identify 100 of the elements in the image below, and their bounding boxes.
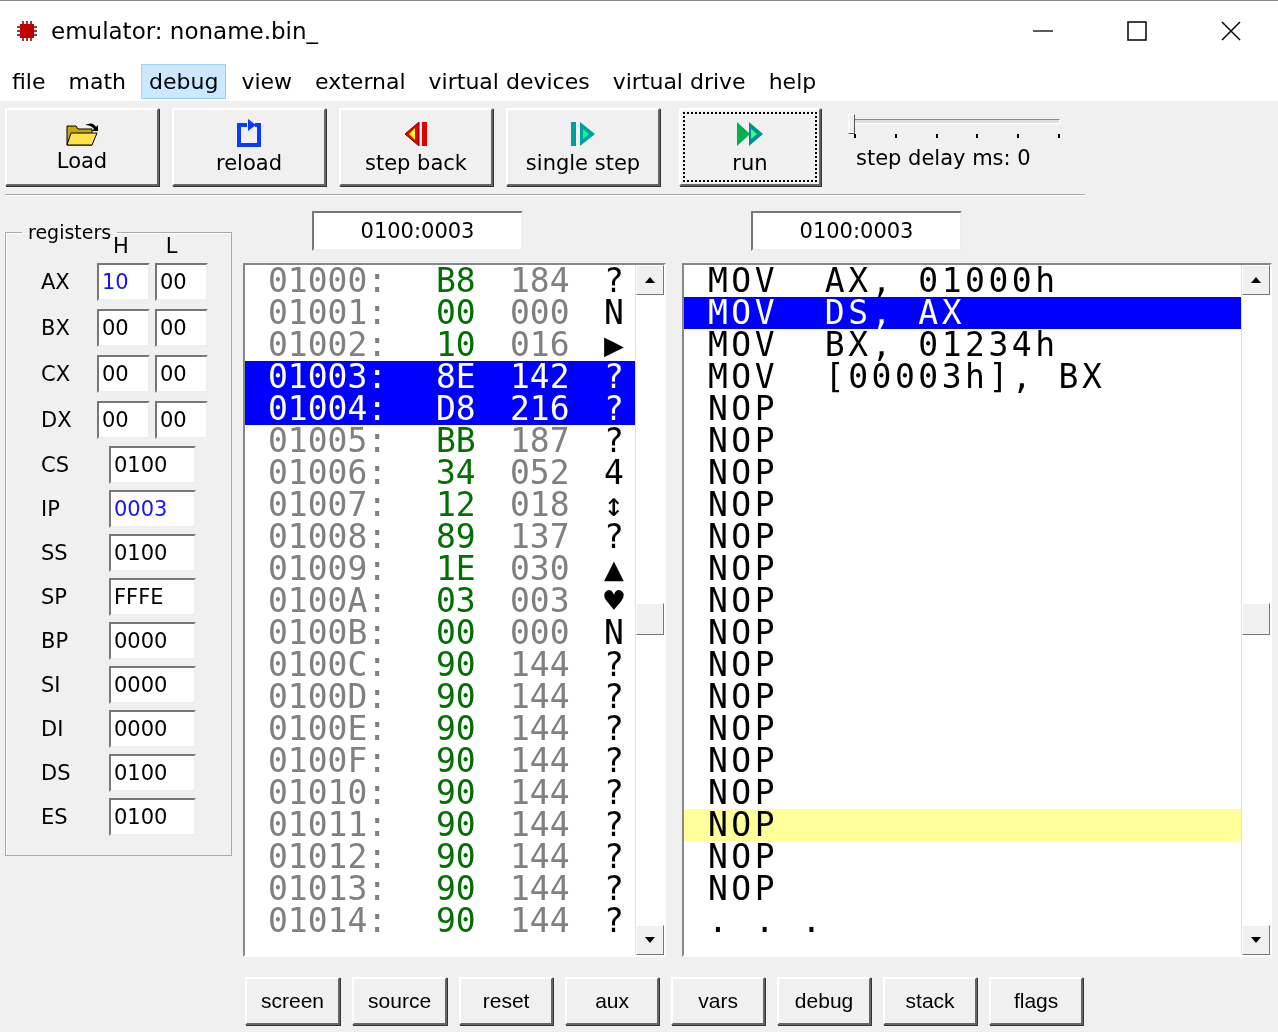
memory-row[interactable]: 01003: 8E 142 ? bbox=[245, 361, 635, 393]
menu-item[interactable]: debug bbox=[141, 63, 227, 99]
register-field[interactable]: FFFE bbox=[109, 578, 196, 616]
instruction-row[interactable]: NOP bbox=[684, 521, 1241, 553]
maximize-icon[interactable] bbox=[1126, 20, 1148, 42]
memory-row[interactable]: 0100E: 90 144 ? bbox=[245, 713, 635, 745]
instruction-row[interactable]: NOP bbox=[684, 617, 1241, 649]
menu-item[interactable]: virtual devices bbox=[420, 63, 598, 99]
toolbar-button[interactable]: reload bbox=[172, 108, 326, 186]
memory-row[interactable]: 0100B: 00 000 N bbox=[245, 617, 635, 649]
panel-button[interactable]: flags bbox=[989, 977, 1084, 1025]
scroll-thumb[interactable] bbox=[636, 603, 664, 635]
instruction-row[interactable]: NOP bbox=[684, 489, 1241, 521]
memory-row[interactable]: 01001: 00 000 N bbox=[245, 297, 635, 329]
column-header: L bbox=[165, 233, 178, 259]
memory-row[interactable]: 0100A: 03 003 ♥ bbox=[245, 585, 635, 617]
scroll-up-button[interactable] bbox=[636, 265, 664, 295]
toolbar-button[interactable]: Load bbox=[5, 108, 159, 186]
address-field[interactable]: 0100:0003 bbox=[312, 211, 523, 251]
close-icon[interactable] bbox=[1220, 20, 1242, 42]
memory-row[interactable]: 01010: 90 144 ? bbox=[245, 777, 635, 809]
memory-row[interactable]: 0100D: 90 144 ? bbox=[245, 681, 635, 713]
register-field[interactable]: 0003 bbox=[109, 490, 196, 528]
register-field[interactable]: 00 bbox=[155, 355, 208, 393]
instruction-row[interactable]: NOP bbox=[684, 681, 1241, 713]
instruction-row[interactable]: NOP bbox=[684, 457, 1241, 489]
panel-button[interactable]: stack bbox=[883, 977, 978, 1025]
instruction-row[interactable]: NOP bbox=[684, 873, 1241, 905]
toolbar-button[interactable]: run bbox=[679, 108, 821, 186]
register-field[interactable]: 00 bbox=[155, 263, 208, 301]
column-header: H bbox=[113, 233, 129, 259]
register-label: ES bbox=[40, 805, 69, 829]
instruction-row[interactable]: NOP bbox=[684, 553, 1241, 585]
memory-row[interactable]: 0100F: 90 144 ? bbox=[245, 745, 635, 777]
instruction-row[interactable]: NOP bbox=[684, 649, 1241, 681]
memory-row[interactable]: 01007: 12 018 ↕ bbox=[245, 489, 635, 521]
memory-row[interactable]: 01011: 90 144 ? bbox=[245, 809, 635, 841]
memory-row[interactable]: 01005: BB 187 ? bbox=[245, 425, 635, 457]
menu-item[interactable]: view bbox=[233, 63, 301, 99]
toolbar-button[interactable]: single step bbox=[506, 108, 660, 186]
panel-button[interactable]: vars bbox=[671, 977, 766, 1025]
instruction-row[interactable]: MOV DS, AX bbox=[684, 297, 1241, 329]
memory-row[interactable]: 01009: 1E 030 ▲ bbox=[245, 553, 635, 585]
scroll-down-button[interactable] bbox=[636, 925, 664, 955]
memory-row[interactable]: 01000: B8 184 ? bbox=[245, 265, 635, 297]
memory-row[interactable]: 01008: 89 137 ? bbox=[245, 521, 635, 553]
instruction-row[interactable]: NOP bbox=[684, 841, 1241, 873]
register-field[interactable]: 00 bbox=[97, 401, 150, 439]
memory-row[interactable]: 01012: 90 144 ? bbox=[245, 841, 635, 873]
menu-item[interactable]: math bbox=[60, 63, 134, 99]
memory-row[interactable]: 0100C: 90 144 ? bbox=[245, 649, 635, 681]
address-field[interactable]: 0100:0003 bbox=[751, 211, 962, 251]
panel-button[interactable]: screen bbox=[245, 977, 341, 1025]
instruction-row[interactable]: NOP bbox=[684, 745, 1241, 777]
memory-row[interactable]: 01004: D8 216 ? bbox=[245, 393, 635, 425]
scroll-down-icon[interactable] bbox=[644, 936, 656, 944]
register-label: SI bbox=[40, 673, 62, 697]
memory-row[interactable]: 01013: 90 144 ? bbox=[245, 873, 635, 905]
toolbar-button[interactable]: step back bbox=[339, 108, 493, 186]
instruction-row[interactable]: NOP bbox=[684, 585, 1241, 617]
instruction-row[interactable]: NOP bbox=[684, 425, 1241, 457]
memory-row[interactable]: 01006: 34 052 4 bbox=[245, 457, 635, 489]
instruction-row[interactable]: . . . bbox=[684, 905, 1241, 937]
scroll-up-button[interactable] bbox=[1242, 265, 1270, 295]
memory-row[interactable]: 01014: 90 144 ? bbox=[245, 905, 635, 937]
menu-item[interactable]: file bbox=[4, 63, 54, 99]
instruction-row[interactable]: NOP bbox=[684, 713, 1241, 745]
instruction-row[interactable]: MOV [00003h], BX bbox=[684, 361, 1241, 393]
panel-button[interactable]: aux bbox=[565, 977, 660, 1025]
register-field[interactable]: 0100 bbox=[109, 446, 196, 484]
register-field[interactable]: 0000 bbox=[109, 622, 196, 660]
step-delay-slider[interactable] bbox=[848, 114, 1060, 140]
fast-forward-icon bbox=[735, 119, 765, 149]
register-field[interactable]: 00 bbox=[155, 401, 208, 439]
panel-button[interactable]: reset bbox=[459, 977, 554, 1025]
panel-button[interactable]: source bbox=[352, 977, 448, 1025]
register-field[interactable]: 00 bbox=[97, 355, 150, 393]
register-field[interactable]: 0000 bbox=[109, 710, 196, 748]
register-field[interactable]: 00 bbox=[155, 309, 208, 347]
menu-item[interactable]: external bbox=[307, 63, 414, 99]
register-field[interactable]: 00 bbox=[97, 309, 150, 347]
memory-row[interactable]: 01002: 10 016 ▶ bbox=[245, 329, 635, 361]
menu-item[interactable]: help bbox=[760, 63, 825, 99]
instruction-row[interactable]: MOV AX, 01000h bbox=[684, 265, 1241, 297]
register-field[interactable]: 0100 bbox=[109, 754, 196, 792]
scroll-down-icon[interactable] bbox=[1250, 936, 1262, 944]
panel-button[interactable]: debug bbox=[777, 977, 872, 1025]
register-field[interactable]: 0100 bbox=[109, 534, 196, 572]
scroll-down-button[interactable] bbox=[1242, 925, 1270, 955]
register-label: SS bbox=[40, 541, 69, 565]
register-label: BP bbox=[40, 629, 70, 653]
instruction-row[interactable]: MOV BX, 01234h bbox=[684, 329, 1241, 361]
register-field[interactable]: 0000 bbox=[109, 666, 196, 704]
menu-item[interactable]: virtual drive bbox=[604, 63, 754, 99]
instruction-row[interactable]: NOP bbox=[684, 393, 1241, 425]
register-field[interactable]: 10 bbox=[97, 263, 150, 301]
instruction-row[interactable]: NOP bbox=[684, 809, 1241, 841]
instruction-row[interactable]: NOP bbox=[684, 777, 1241, 809]
scroll-thumb[interactable] bbox=[1242, 603, 1270, 635]
register-field[interactable]: 0100 bbox=[109, 798, 196, 836]
